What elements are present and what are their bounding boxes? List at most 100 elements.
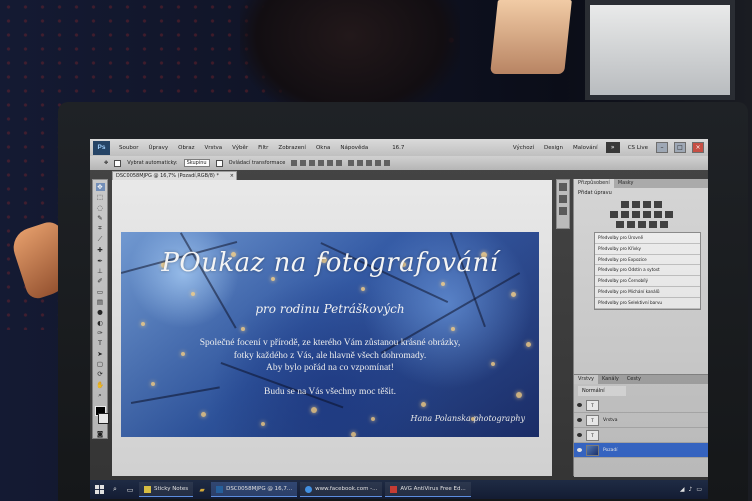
- pen-tool-icon[interactable]: ✑: [96, 329, 105, 337]
- workspace-painting[interactable]: Malování: [571, 145, 600, 151]
- start-button[interactable]: [92, 483, 106, 497]
- brightness-icon[interactable]: [621, 201, 629, 208]
- preset-item[interactable]: Předvolby pro Selektivní barvu: [595, 298, 700, 309]
- align-buttons[interactable]: [291, 160, 343, 166]
- selective-color-icon[interactable]: [659, 221, 668, 228]
- 3d-rotate-tool-icon[interactable]: ⟳: [96, 370, 105, 378]
- background-color-swatch[interactable]: [97, 413, 109, 424]
- workspace-more-icon[interactable]: »: [605, 142, 620, 153]
- align-middle-icon[interactable]: [300, 160, 307, 166]
- menu-obraz[interactable]: Obraz: [173, 145, 199, 151]
- black-white-icon[interactable]: [643, 211, 651, 218]
- transform-controls-checkbox[interactable]: [215, 159, 223, 167]
- cs-live-button[interactable]: CS Live: [626, 145, 650, 151]
- taskbar-item-avg[interactable]: AVG AntiVirus Free Ed...: [385, 482, 471, 497]
- history-brush-tool-icon[interactable]: ✐: [96, 277, 105, 285]
- color-balance-icon[interactable]: [632, 211, 640, 218]
- type-tool-icon[interactable]: T: [96, 339, 105, 347]
- align-left-icon[interactable]: [318, 160, 325, 166]
- eyedropper-tool-icon[interactable]: ⟋: [96, 235, 105, 244]
- visibility-eye-icon[interactable]: [577, 418, 582, 422]
- brush-tool-icon[interactable]: ✒: [96, 257, 105, 265]
- move-tool-icon[interactable]: ✥: [104, 160, 108, 166]
- eraser-tool-icon[interactable]: ▭: [96, 288, 105, 296]
- curves-icon[interactable]: [643, 201, 651, 208]
- levels-icon[interactable]: [632, 201, 640, 208]
- align-bottom-icon[interactable]: [309, 160, 316, 166]
- hand-tool-icon[interactable]: ✋: [96, 381, 105, 389]
- history-panel-icon[interactable]: [559, 183, 567, 191]
- menu-zobrazeni[interactable]: Zobrazení: [273, 145, 311, 151]
- taskbar-item-browser[interactable]: www.facebook.com -...: [300, 482, 383, 497]
- close-icon[interactable]: ×: [692, 142, 704, 153]
- vibrance-icon[interactable]: [610, 211, 618, 218]
- taskbar-item-photoshop[interactable]: DSC0058MJPG @ 16,7...: [211, 482, 298, 497]
- taskbar-item-sticky-notes[interactable]: Sticky Notes: [139, 482, 194, 497]
- info-panel-icon[interactable]: [559, 207, 567, 215]
- lasso-tool-icon[interactable]: ◌: [96, 204, 105, 212]
- gradient-map-icon[interactable]: [648, 221, 657, 228]
- tab-adjustments[interactable]: Přizpůsobení: [574, 179, 614, 188]
- visibility-eye-icon[interactable]: [577, 403, 582, 407]
- tab-masks[interactable]: Masky: [614, 179, 638, 188]
- dodge-tool-icon[interactable]: ◐: [96, 319, 105, 327]
- align-center-icon[interactable]: [327, 160, 334, 166]
- auto-select-dropdown[interactable]: Skupinu: [183, 159, 210, 167]
- zoom-level[interactable]: 16.7: [387, 145, 409, 151]
- move-tool-icon[interactable]: ✥: [95, 183, 105, 192]
- align-top-icon[interactable]: [291, 160, 298, 166]
- menu-okna[interactable]: Okna: [311, 145, 335, 151]
- distribute-top-icon[interactable]: [348, 160, 355, 166]
- distribute-left-icon[interactable]: [375, 160, 382, 166]
- workspace-design[interactable]: Design: [542, 145, 565, 151]
- properties-panel-icon[interactable]: [559, 195, 567, 203]
- menu-vrstva[interactable]: Vrstva: [199, 145, 227, 151]
- channel-mixer-icon[interactable]: [665, 211, 673, 218]
- tab-channels[interactable]: Kanály: [598, 375, 623, 384]
- minimize-icon[interactable]: –: [656, 142, 668, 153]
- layer-row-selected[interactable]: Pozadí: [574, 443, 708, 458]
- posterize-icon[interactable]: [626, 221, 635, 228]
- preset-item[interactable]: Předvolby pro Michání kanálů: [595, 287, 700, 298]
- preset-item[interactable]: Předvolby pro Křivky: [595, 244, 700, 255]
- maximize-icon[interactable]: □: [674, 142, 686, 153]
- layer-row[interactable]: T: [574, 398, 708, 413]
- distribute-bottom-icon[interactable]: [366, 160, 373, 166]
- healing-tool-icon[interactable]: ✚: [96, 246, 105, 254]
- invert-icon[interactable]: [615, 221, 624, 228]
- layer-row[interactable]: T: [574, 428, 708, 443]
- gradient-tool-icon[interactable]: ▤: [96, 298, 105, 306]
- preset-item[interactable]: Předvolby pro Černobílý: [595, 276, 700, 287]
- visibility-eye-icon[interactable]: [577, 433, 582, 437]
- menu-filtr[interactable]: Filtr: [253, 145, 273, 151]
- blur-tool-icon[interactable]: ●: [96, 308, 105, 316]
- distribute-center-icon[interactable]: [384, 160, 391, 166]
- path-select-tool-icon[interactable]: ➤: [96, 350, 105, 358]
- shape-tool-icon[interactable]: ▢: [96, 360, 105, 368]
- search-icon[interactable]: ⌕: [109, 484, 121, 496]
- canvas-area[interactable]: POukaz na fotografování pro rodinu Petrá…: [112, 180, 552, 476]
- file-explorer-icon[interactable]: ▰: [196, 484, 208, 496]
- preset-item[interactable]: Předvolby pro Úrovně: [595, 233, 700, 244]
- network-icon[interactable]: ◢: [680, 486, 685, 493]
- notifications-icon[interactable]: ▭: [696, 486, 702, 493]
- exposure-icon[interactable]: [654, 201, 662, 208]
- zoom-tool-icon[interactable]: ⌕: [96, 391, 105, 400]
- blend-mode-select[interactable]: Normální: [578, 386, 626, 396]
- preset-item[interactable]: Předvolby pro Expozice: [595, 255, 700, 266]
- menu-upravy[interactable]: Úpravy: [143, 145, 173, 151]
- quick-select-tool-icon[interactable]: ✎: [96, 214, 105, 222]
- tab-layers[interactable]: Vrstvy: [574, 375, 598, 384]
- menu-vyber[interactable]: Výběr: [227, 145, 253, 151]
- auto-select-checkbox[interactable]: [114, 159, 122, 167]
- layer-row[interactable]: T Vrstva: [574, 413, 708, 428]
- stamp-tool-icon[interactable]: ⊥: [96, 267, 105, 275]
- crop-tool-icon[interactable]: ⌗: [96, 224, 105, 233]
- align-right-icon[interactable]: [336, 160, 343, 166]
- visibility-eye-icon[interactable]: [577, 448, 582, 452]
- threshold-icon[interactable]: [637, 221, 646, 228]
- menu-soubor[interactable]: Soubor: [114, 145, 143, 151]
- photo-filter-icon[interactable]: [654, 211, 662, 218]
- task-view-icon[interactable]: ▭: [124, 484, 136, 496]
- preset-item[interactable]: Předvolby pro Odstín a sytost: [595, 265, 700, 277]
